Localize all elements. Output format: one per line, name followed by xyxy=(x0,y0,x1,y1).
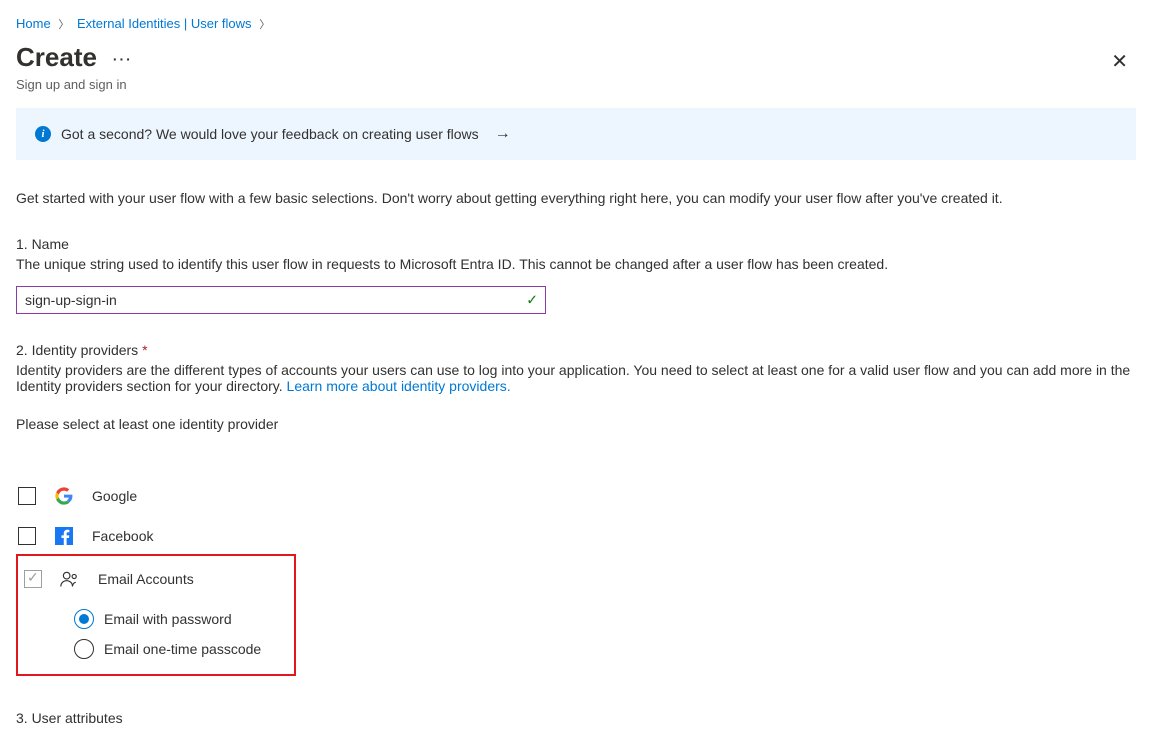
provider-google-checkbox[interactable] xyxy=(18,487,36,505)
intro-text: Get started with your user flow with a f… xyxy=(16,190,1136,206)
email-password-radio[interactable] xyxy=(74,609,94,629)
google-icon xyxy=(54,487,74,505)
chevron-right-icon: 〉 xyxy=(54,16,73,32)
more-actions-button[interactable]: ··· xyxy=(113,51,133,67)
idp-select-hint: Please select at least one identity prov… xyxy=(16,416,1136,432)
breadcrumb-home[interactable]: Home xyxy=(16,16,51,31)
provider-facebook-label: Facebook xyxy=(92,528,153,544)
idp-description: Identity providers are the different typ… xyxy=(16,362,1136,394)
email-otp-option[interactable]: Email one-time passcode xyxy=(74,634,294,664)
name-input[interactable] xyxy=(16,286,546,314)
name-label: 1. Name xyxy=(16,236,1136,252)
required-asterisk: * xyxy=(142,342,147,358)
email-password-label: Email with password xyxy=(104,611,232,627)
chevron-right-icon: 〉 xyxy=(255,16,274,32)
feedback-text: Got a second? We would love your feedbac… xyxy=(61,126,479,142)
learn-more-link[interactable]: Learn more about identity providers. xyxy=(287,378,511,394)
provider-email-label: Email Accounts xyxy=(98,571,194,587)
identity-provider-list: Google Facebook Email Accounts xyxy=(16,476,1136,676)
close-button[interactable]: ✕ xyxy=(1107,48,1132,76)
page-subtitle: Sign up and sign in xyxy=(16,77,133,92)
provider-email: Email Accounts xyxy=(18,556,294,602)
provider-facebook-checkbox[interactable] xyxy=(18,527,36,545)
breadcrumb-external-identities[interactable]: External Identities | User flows xyxy=(77,16,252,31)
breadcrumb: Home 〉 External Identities | User flows … xyxy=(16,16,1136,32)
facebook-icon xyxy=(54,527,74,545)
email-password-option[interactable]: Email with password xyxy=(74,604,294,634)
provider-email-checkbox xyxy=(24,570,42,588)
name-description: The unique string used to identify this … xyxy=(16,256,1136,272)
email-accounts-highlight: Email Accounts Email with password Email… xyxy=(16,554,296,676)
people-icon xyxy=(60,570,80,588)
provider-google: Google xyxy=(16,476,1136,516)
arrow-right-icon: → xyxy=(495,125,511,143)
provider-facebook: Facebook xyxy=(16,516,1136,556)
idp-label: 2. Identity providers * xyxy=(16,342,1136,358)
email-otp-radio[interactable] xyxy=(74,639,94,659)
provider-google-label: Google xyxy=(92,488,137,504)
user-attributes-label: 3. User attributes xyxy=(16,710,1136,726)
page-title: Create xyxy=(16,42,97,73)
info-icon: i xyxy=(35,126,51,142)
feedback-banner[interactable]: i Got a second? We would love your feedb… xyxy=(16,108,1136,160)
email-otp-label: Email one-time passcode xyxy=(104,641,261,657)
email-options-group: Email with password Email one-time passc… xyxy=(18,604,294,664)
